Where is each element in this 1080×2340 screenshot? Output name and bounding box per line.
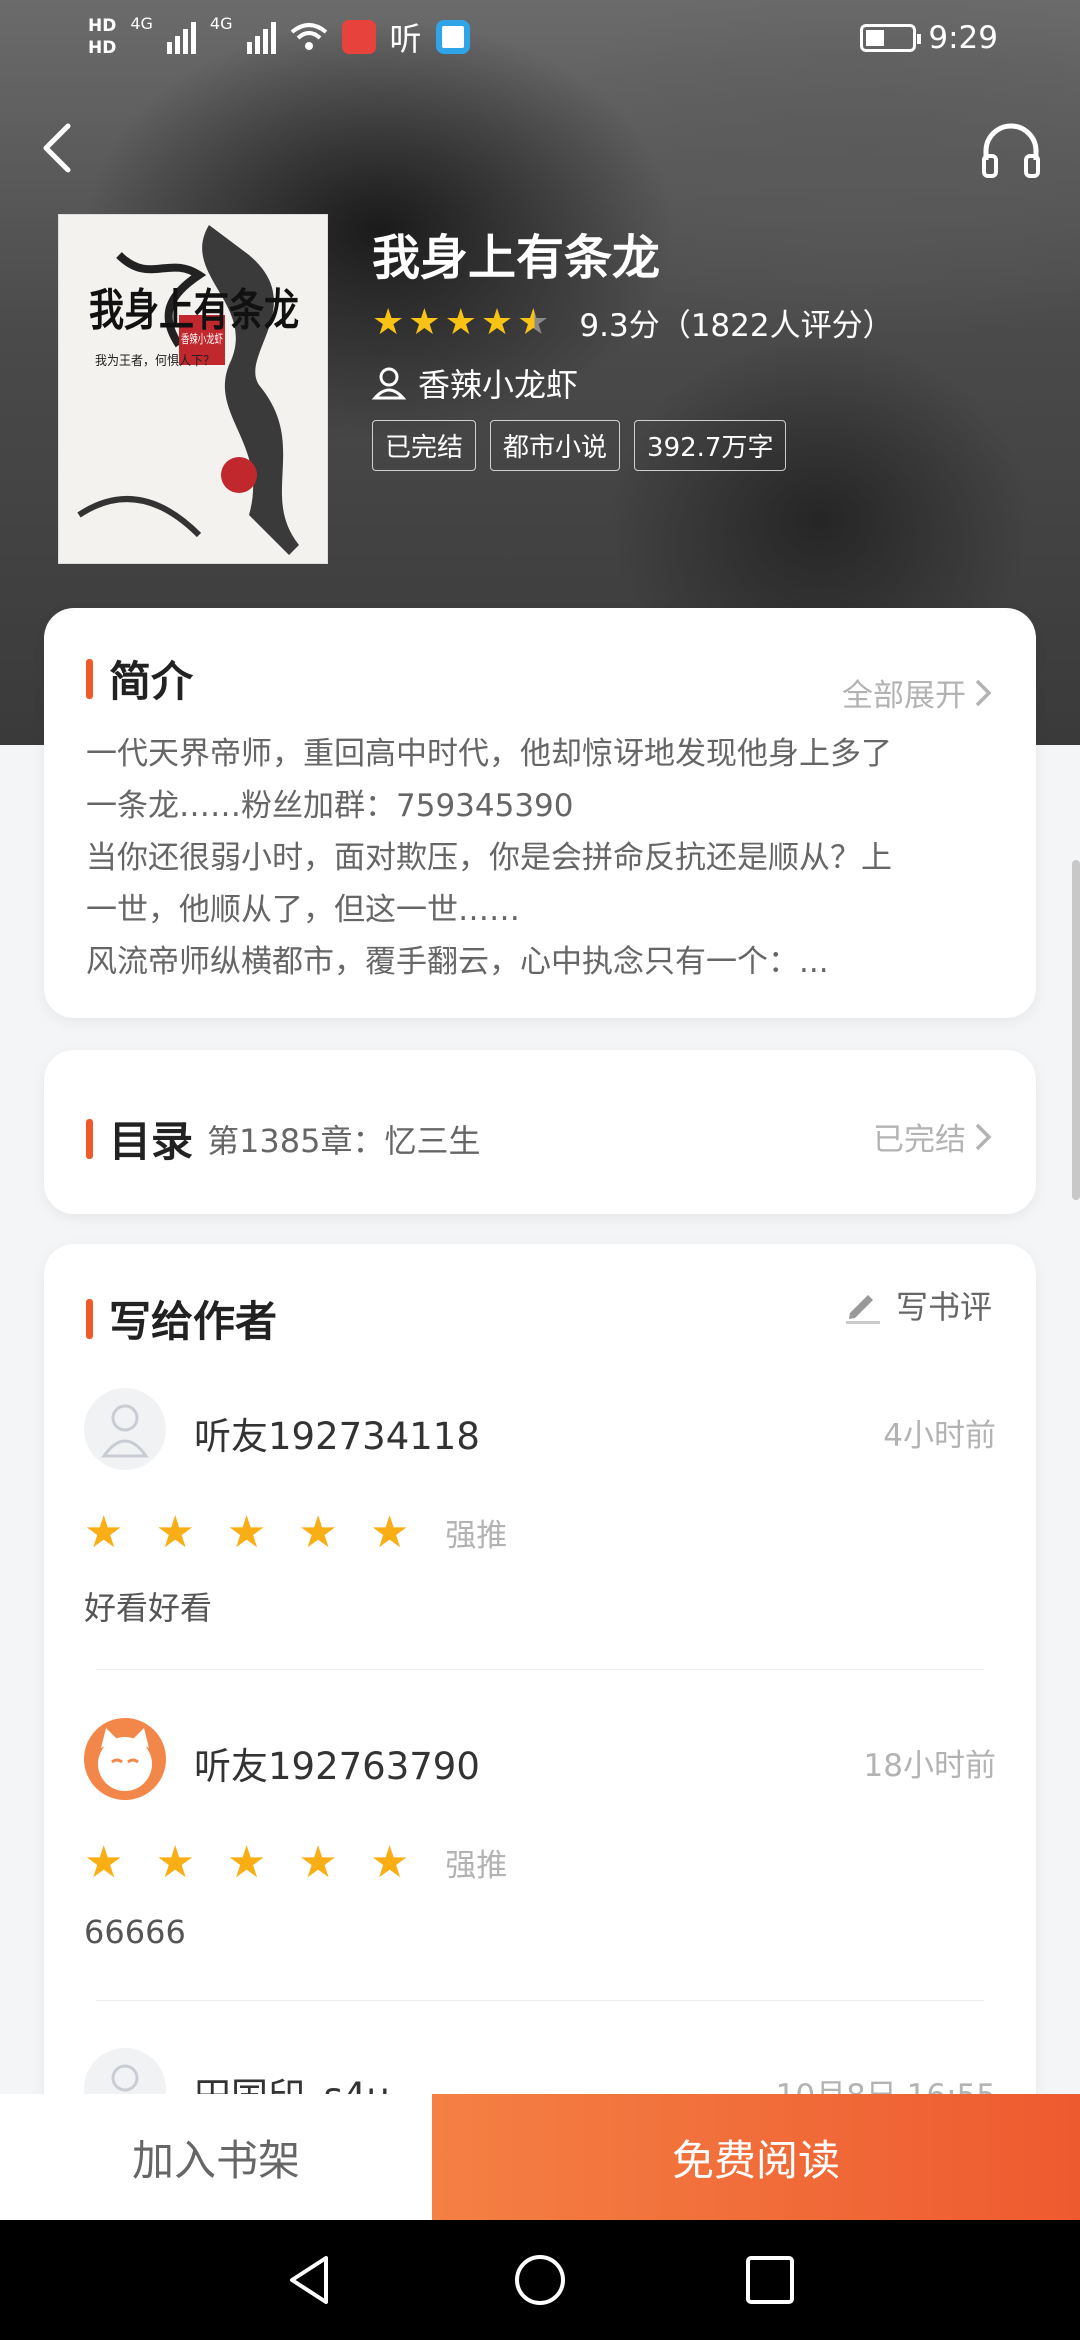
star-icon: ★ [84,1506,124,1558]
star-icon: ★ [298,1506,338,1558]
toc-header: 目录 第1385章：忆三生 [86,1108,480,1169]
avatar[interactable] [84,1388,166,1470]
book-tags: 已完结 都市小说 392.7万字 [372,420,787,471]
chevron-right-icon [975,1123,992,1150]
nav-recents-icon[interactable] [742,2252,798,2308]
review-content: 好看好看 [84,1589,213,1627]
chevron-left-icon [43,123,71,173]
intro-text[interactable]: 一代天界帝师，重回高中时代，他却惊讶地发现他身上多了 一条龙……粉丝加群：759… [86,728,1006,988]
intro-title: 简介 [109,657,194,706]
star-icon: ★ [369,1836,410,1888]
hd-indicator: HD HD [88,16,117,58]
star-icon: ★ [408,301,441,343]
toc-status: 已完结 [873,1122,966,1158]
accent-bar [86,658,93,699]
review-time: 18小时前 [863,1748,996,1784]
browser-app-icon [435,20,470,54]
intro-line: 风流帝师纵横都市，覆手翻云，心中执念只有一个：... [86,944,829,980]
review-username[interactable]: 听友192734118 [194,1406,480,1460]
tag-category[interactable]: 都市小说 [490,420,621,471]
nav-home-icon[interactable] [512,2252,568,2308]
cover-title-art: 我身上有条龙 [89,285,299,336]
expand-all-link[interactable]: 全部展开 [842,670,992,715]
star-icon: ★ [444,301,477,343]
star-icon: ★ [480,301,514,343]
intro-line: 一条龙……粉丝加群：759345390 [86,788,574,824]
reviews-title: 写给作者 [109,1297,278,1346]
author-name: 香辣小龙虾 [418,366,579,404]
star-icon: ★ [155,1836,195,1888]
nav-back-icon[interactable] [282,2252,338,2308]
status-bar: HD HD 4G 4G 听 9:29 [0,0,1080,80]
review-item[interactable]: 听友192734118 4小时前 ★ ★ ★ ★ ★ 强推 好看好看 [84,1388,996,1627]
intro-line: 一代天界帝师，重回高中时代，他却惊讶地发现他身上多了 [86,736,892,772]
star-icon: ★ [298,1836,338,1888]
toc-status-link[interactable]: 已完结 [873,1114,992,1159]
read-free-button[interactable]: 免费阅读 [432,2094,1080,2220]
clock: 9:29 [928,20,998,56]
listen-app-icon: 听 [389,20,422,58]
review-time: 4小时前 [883,1418,996,1454]
intro-line: 当你还很弱小时，面对欺压，你是会拼命反抗还是顺从？上 [86,840,892,876]
cover-artwork: 我身上有条龙 香辣小龙虾 我为王者，何惧人下？ [59,215,327,563]
back-button[interactable] [30,118,90,178]
star-icon: ★ [372,301,405,343]
review-content: 66666 [84,1913,186,1951]
intro-header: 简介 [86,648,193,709]
accent-bar [86,1298,93,1339]
review-level: 强推 [445,1848,508,1884]
star-icon: ★ [226,1836,267,1888]
author-row[interactable]: 香辣小龙虾 [372,360,578,406]
accent-bar [86,1118,93,1159]
signal-icon-2 [246,20,276,54]
wifi-icon [290,23,327,50]
network-type-2: 4G [209,14,233,33]
star-icon: ★ [226,1506,267,1558]
half-star-icon: ★ [517,301,550,343]
review-stars: ★ ★ ★ ★ ★ 强推 [84,1510,507,1555]
book-title: 我身上有条龙 [372,230,661,286]
review-stars: ★ ★ ★ ★ ★ 强推 [84,1840,507,1885]
network-type-1: 4G [130,14,153,33]
signal-icon [166,20,196,54]
rating-row: ★ ★ ★ ★ ★ 9.3分（1822人评分） [372,300,894,345]
tag-status: 已完结 [372,420,477,471]
rating-score: 9.3分（1822人评分） [579,308,894,344]
add-to-shelf-button[interactable]: 加入书架 [0,2094,432,2220]
battery-icon [860,24,922,52]
review-item[interactable]: 听友192763790 18小时前 ★ ★ ★ ★ ★ 强推 66666 [84,1718,996,1951]
intro-line: 一世，他顺从了，但这一世…… [86,892,520,928]
review-username[interactable]: 听友192763790 [194,1736,480,1790]
system-navigation-bar [0,2220,1080,2340]
book-cover[interactable]: 我身上有条龙 香辣小龙虾 我为王者，何惧人下？ [58,214,328,564]
tag-word-count: 392.7万字 [634,420,787,471]
chevron-right-icon [975,679,992,706]
star-icon: ★ [155,1506,195,1558]
cover-seal: 香辣小龙虾 [181,332,223,346]
star-icon: ★ [84,1836,124,1888]
scrollbar[interactable] [1072,860,1080,1200]
write-review-label: 写书评 [895,1288,992,1326]
toc-card[interactable]: 目录 第1385章：忆三生 已完结 [44,1050,1036,1214]
headphones-icon [982,123,1040,178]
cover-slogan: 我为王者，何惧人下？ [95,353,215,369]
star-icon: ★ [369,1506,410,1558]
listen-button[interactable] [978,118,1044,184]
expand-all-label: 全部展开 [842,678,966,714]
pencil-icon [845,1295,880,1324]
divider [96,2000,984,2001]
intro-card: 简介 全部展开 一代天界帝师，重回高中时代，他却惊讶地发现他身上多了 一条龙……… [44,608,1036,1018]
bottom-action-bar: 加入书架 免费阅读 [0,2094,1080,2220]
reviews-header: 写给作者 [86,1288,277,1349]
divider [96,1669,984,1670]
user-icon [372,367,406,400]
review-level: 强推 [445,1518,508,1554]
avatar[interactable] [84,1718,166,1800]
write-review-button[interactable]: 写书评 [842,1282,992,1328]
latest-chapter: 第1385章：忆三生 [207,1121,481,1160]
book-app-icon [341,20,376,54]
toc-title: 目录 [109,1117,194,1166]
